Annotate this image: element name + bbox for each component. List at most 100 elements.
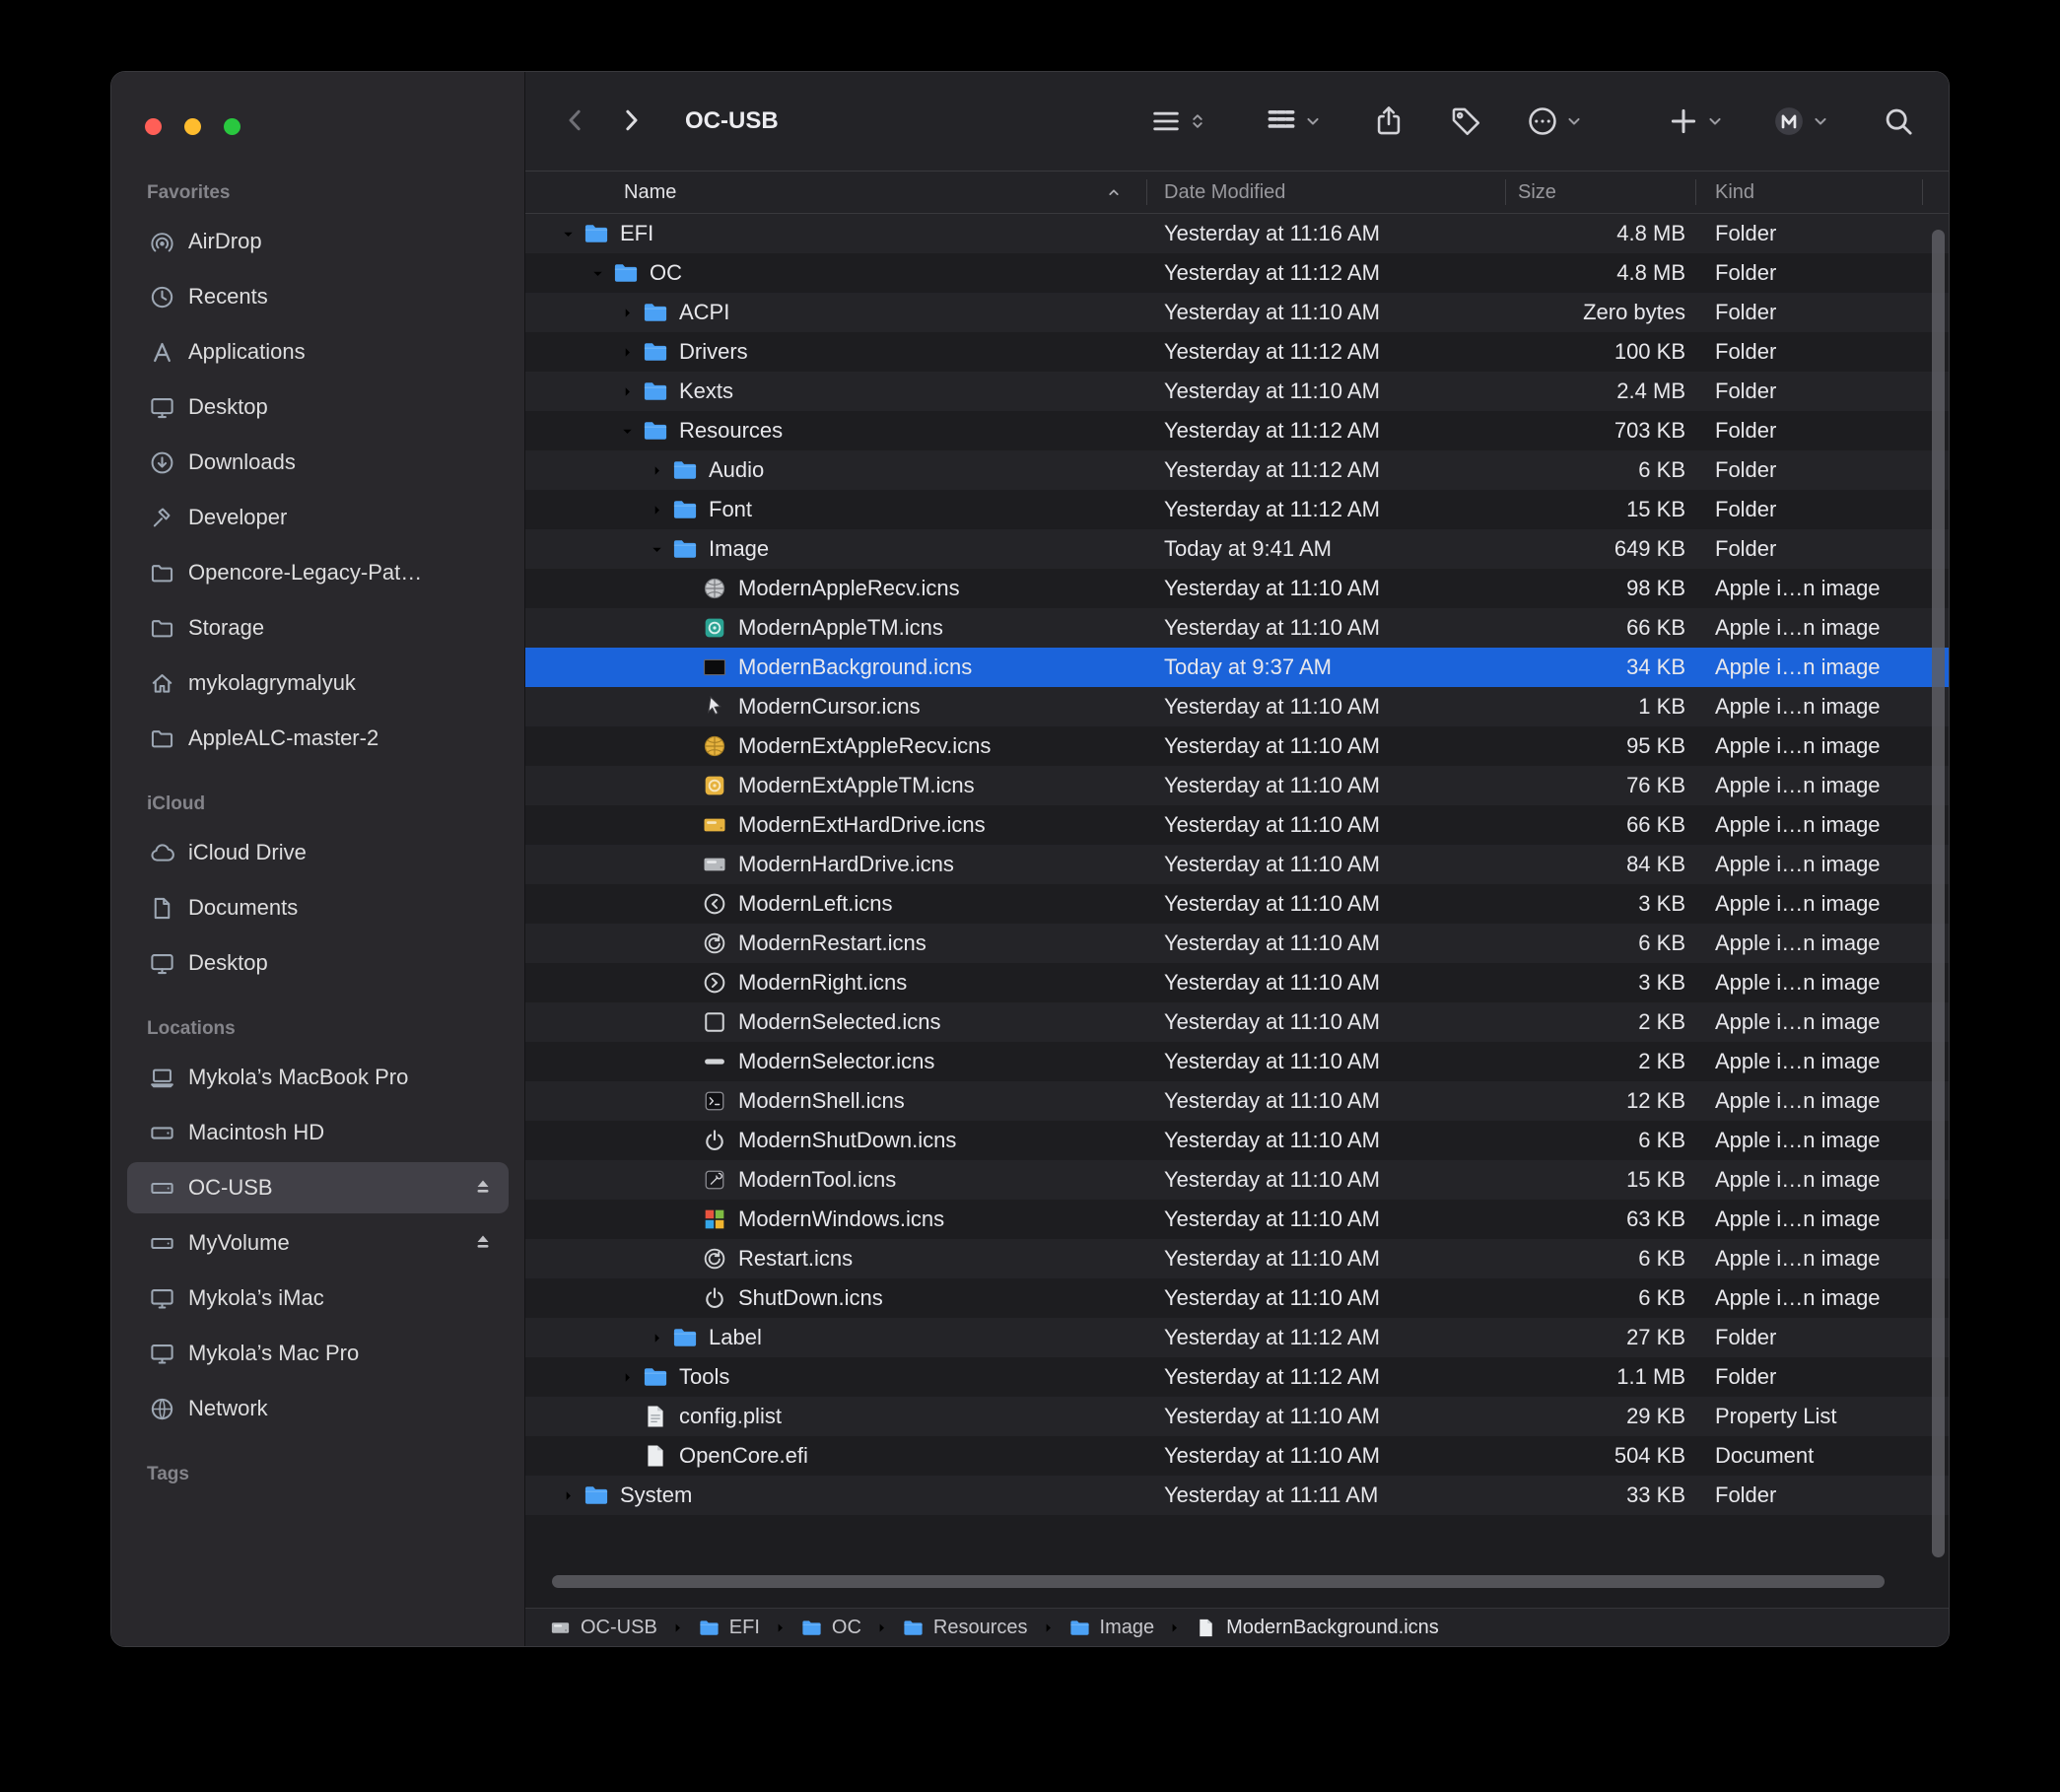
zoom-window-button[interactable] [224,118,240,135]
minimize-window-button[interactable] [184,118,201,135]
table-row[interactable]: ModernLeft.icnsYesterday at 11:10 AM3 KB… [525,884,1949,924]
table-row[interactable]: ModernShell.icnsYesterday at 11:10 AM12 … [525,1081,1949,1121]
file-name: ModernAppleTM.icns [738,615,943,641]
sidebar-item-airdrop[interactable]: AirDrop [127,216,509,267]
table-row[interactable]: Restart.icnsYesterday at 11:10 AM6 KBApp… [525,1239,1949,1278]
table-row[interactable]: ModernExtAppleRecv.icnsYesterday at 11:1… [525,726,1949,766]
file-name: ModernWindows.icns [738,1206,944,1232]
table-row[interactable]: OpenCore.efiYesterday at 11:10 AM504 KBD… [525,1436,1949,1476]
table-row[interactable]: ModernHardDrive.icnsYesterday at 11:10 A… [525,845,1949,884]
column-header-kind[interactable]: Kind [1695,172,1949,213]
path-item-oc-usb[interactable]: OC-USB [549,1617,657,1639]
eject-button[interactable] [471,1230,495,1257]
sidebar-item-applications[interactable]: Applications [127,326,509,378]
column-header-size[interactable]: Size [1505,172,1695,213]
table-row[interactable]: ModernRestart.icnsYesterday at 11:10 AM6… [525,924,1949,963]
file-kind: Apple i…n image [1695,655,1949,680]
close-window-button[interactable] [145,118,162,135]
sidebar-item-oc-usb[interactable]: OC-USB [127,1162,509,1213]
horizontal-scrollbar[interactable] [552,1575,1885,1588]
table-row[interactable]: AudioYesterday at 11:12 AM6 KBFolder [525,450,1949,490]
disclosure-down-icon[interactable] [644,540,669,558]
path-item-resources[interactable]: Resources [902,1617,1028,1639]
table-row[interactable]: KextsYesterday at 11:10 AM2.4 MBFolder [525,372,1949,411]
path-item-image[interactable]: Image [1068,1617,1155,1639]
more-actions-button[interactable] [1526,104,1584,138]
sidebar-item-macintosh-hd[interactable]: Macintosh HD [127,1107,509,1158]
sidebar-item-recents[interactable]: Recents [127,271,509,322]
disclosure-right-icon[interactable] [555,1486,581,1504]
disclosure-right-icon[interactable] [614,304,640,321]
table-row[interactable]: ShutDown.icnsYesterday at 11:10 AM6 KBAp… [525,1278,1949,1318]
table-row[interactable]: ToolsYesterday at 11:12 AM1.1 MBFolder [525,1357,1949,1397]
sidebar-item-desktop[interactable]: Desktop [127,937,509,989]
sidebar-item-mykolagrymalyuk[interactable]: mykolagrymalyuk [127,657,509,709]
table-row[interactable]: ModernAppleTM.icnsYesterday at 11:10 AM6… [525,608,1949,648]
table-row[interactable]: SystemYesterday at 11:11 AM33 KBFolder [525,1476,1949,1515]
group-by-button[interactable] [1265,104,1323,138]
disclosure-right-icon[interactable] [614,1368,640,1386]
table-row[interactable]: EFIYesterday at 11:16 AM4.8 MBFolder [525,214,1949,253]
disclosure-down-icon[interactable] [555,225,581,242]
sidebar-item-opencore-legacy-pat[interactable]: Opencore-Legacy-Pat… [127,547,509,598]
sidebar-item-network[interactable]: Network [127,1383,509,1434]
column-header-name[interactable]: Name [525,172,1146,213]
table-row[interactable]: ModernWindows.icnsYesterday at 11:10 AM6… [525,1200,1949,1239]
column-header-date-modified[interactable]: Date Modified [1146,172,1505,213]
account-button[interactable] [1772,104,1830,138]
forward-button[interactable] [616,105,646,138]
sidebar-item-developer[interactable]: Developer [127,492,509,543]
sidebar-item-icloud-drive[interactable]: iCloud Drive [127,827,509,878]
table-row[interactable]: ModernBackground.icnsToday at 9:37 AM34 … [525,648,1949,687]
eject-button[interactable] [471,1175,495,1202]
search-button[interactable] [1882,104,1915,138]
disclosure-right-icon[interactable] [614,382,640,400]
table-row[interactable]: ModernAppleRecv.icnsYesterday at 11:10 A… [525,569,1949,608]
table-row[interactable]: ModernExtHardDrive.icnsYesterday at 11:1… [525,805,1949,845]
table-row[interactable]: ImageToday at 9:41 AM649 KBFolder [525,529,1949,569]
table-row[interactable]: ACPIYesterday at 11:10 AMZero bytesFolde… [525,293,1949,332]
table-row[interactable]: ModernTool.icnsYesterday at 11:10 AM15 K… [525,1160,1949,1200]
table-row[interactable]: DriversYesterday at 11:12 AM100 KBFolder [525,332,1949,372]
sidebar-item-mykola-s-mac-pro[interactable]: Mykola’s Mac Pro [127,1328,509,1379]
sidebar-item-desktop[interactable]: Desktop [127,381,509,433]
share-button[interactable] [1372,104,1406,138]
path-item-oc[interactable]: OC [800,1617,861,1639]
tags-button[interactable] [1449,104,1482,138]
file-kind: Folder [1695,260,1949,286]
sidebar-item-documents[interactable]: Documents [127,882,509,933]
disclosure-right-icon[interactable] [614,343,640,361]
table-row[interactable]: ModernSelected.icnsYesterday at 11:10 AM… [525,1002,1949,1042]
disclosure-right-icon[interactable] [644,1329,669,1346]
disclosure-down-icon[interactable] [614,422,640,440]
table-row[interactable]: ModernShutDown.icnsYesterday at 11:10 AM… [525,1121,1949,1160]
path-item-modernbackground-icns[interactable]: ModernBackground.icns [1195,1617,1439,1639]
globe-yellow-icon [701,732,728,760]
table-row[interactable]: ModernSelector.icnsYesterday at 11:10 AM… [525,1042,1949,1081]
file-size: 2 KB [1505,1049,1695,1074]
table-row[interactable]: FontYesterday at 11:12 AM15 KBFolder [525,490,1949,529]
table-row[interactable]: ModernExtAppleTM.icnsYesterday at 11:10 … [525,766,1949,805]
folder-icon [642,299,669,326]
vertical-scrollbar[interactable] [1932,230,1945,1557]
disclosure-right-icon[interactable] [644,501,669,518]
disclosure-down-icon[interactable] [584,264,610,282]
table-row[interactable]: OCYesterday at 11:12 AM4.8 MBFolder [525,253,1949,293]
path-item-efi[interactable]: EFI [698,1617,760,1639]
view-mode-button[interactable] [1149,104,1207,138]
table-row[interactable]: config.plistYesterday at 11:10 AM29 KBPr… [525,1397,1949,1436]
sidebar-item-mykola-s-imac[interactable]: Mykola’s iMac [127,1273,509,1324]
sidebar-section-title: iCloud [147,793,515,815]
sidebar-item-storage[interactable]: Storage [127,602,509,654]
table-row[interactable]: ModernCursor.icnsYesterday at 11:10 AM1 … [525,687,1949,726]
sidebar-item-applealc-master-2[interactable]: AppleALC-master-2 [127,713,509,764]
sidebar-item-myvolume[interactable]: MyVolume [127,1217,509,1269]
new-item-button[interactable] [1667,104,1725,138]
table-row[interactable]: ResourcesYesterday at 11:12 AM703 KBFold… [525,411,1949,450]
table-row[interactable]: ModernRight.icnsYesterday at 11:10 AM3 K… [525,963,1949,1002]
sidebar-item-mykola-s-macbook-pro[interactable]: Mykola’s MacBook Pro [127,1052,509,1103]
back-button[interactable] [561,105,590,138]
sidebar-item-downloads[interactable]: Downloads [127,437,509,488]
disclosure-right-icon[interactable] [644,461,669,479]
table-row[interactable]: LabelYesterday at 11:12 AM27 KBFolder [525,1318,1949,1357]
